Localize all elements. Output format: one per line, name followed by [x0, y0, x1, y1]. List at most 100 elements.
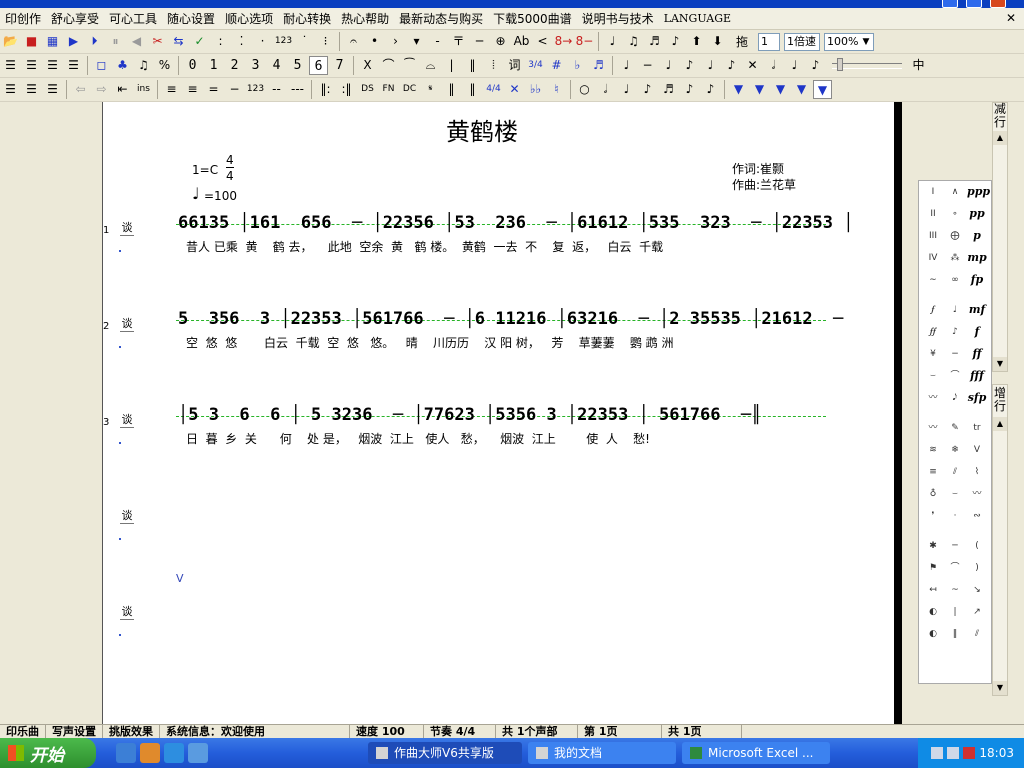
palette-roman-1[interactable]: I	[923, 183, 943, 201]
digit-6-button[interactable]: 6	[309, 56, 328, 75]
palette-circle-icon[interactable]: ∘	[945, 205, 965, 223]
voice-3-dropdown-icon[interactable]: ▼	[771, 80, 790, 99]
maximize-icon[interactable]	[966, 0, 982, 8]
dot-upper-icon[interactable]: ˙	[295, 32, 314, 51]
caret-icon[interactable]: ▾	[407, 32, 426, 51]
slur-icon[interactable]: ⁀	[400, 56, 419, 75]
menu-create[interactable]: 印创作	[0, 10, 46, 27]
ds-button[interactable]: DS	[358, 80, 377, 99]
row-voice-icon[interactable]: 谈	[120, 604, 134, 620]
palette-hatch-icon[interactable]: ⫽	[945, 463, 965, 481]
half-note-icon[interactable]: 𝅗𝅥	[596, 80, 615, 99]
double-flat-button[interactable]: ♭♭	[526, 80, 545, 99]
record-icon[interactable]: ■	[22, 32, 41, 51]
dot-below-icon[interactable]: ⁚	[232, 32, 251, 51]
palette-turn-icon[interactable]: ⌣	[923, 367, 943, 385]
note-beam-icon[interactable]: ♫	[134, 56, 153, 75]
sharp-button[interactable]: #	[547, 56, 566, 75]
indent-icon[interactable]: ⇤	[113, 80, 132, 99]
format-1-icon[interactable]: ☰	[1, 80, 20, 99]
format-2-icon[interactable]: ☰	[22, 80, 41, 99]
note-c-icon[interactable]: ♩	[701, 56, 720, 75]
palette-sfp[interactable]: sfp	[967, 389, 987, 407]
menu-language[interactable]: LANGUAGE	[659, 12, 736, 25]
status-audio-settings[interactable]: 写声设置	[46, 725, 103, 738]
eighth-note-icon[interactable]: ♪	[666, 32, 685, 51]
sixtyfourth-note-icon[interactable]: ♪	[701, 80, 720, 99]
palette-double-bar-icon[interactable]: ‖	[945, 625, 965, 643]
digit-4-button[interactable]: 4	[267, 56, 286, 75]
digit-0-button[interactable]: 0	[183, 56, 202, 75]
digit-7-button[interactable]: 7	[330, 56, 349, 75]
digit-1-button[interactable]: 1	[204, 56, 223, 75]
lyrics-row-1[interactable]: 昔人 已乘 黄 鹤 去， 此地 空余 黄 鹤 楼。 黄鹤 一去 不 复 返， 白…	[186, 238, 663, 255]
lyrics-row-3[interactable]: 日 暮 乡 关 何 处 是， 烟波 江上 使人 愁， 烟波 江上 使 人 愁!	[186, 430, 650, 447]
palette-roman-4[interactable]: IV	[923, 249, 943, 267]
palette-arc-icon[interactable]: ⌒	[945, 367, 965, 385]
bar-final-icon[interactable]: ‖	[463, 80, 482, 99]
menu-manual[interactable]: 说明书与技术	[577, 10, 659, 27]
barline-icon[interactable]: |	[442, 56, 461, 75]
palette-bell-icon[interactable]: ♁	[923, 485, 943, 503]
browser-icon[interactable]	[164, 743, 184, 763]
palette-wavy-icon[interactable]: 〰	[967, 485, 987, 503]
menu-tools[interactable]: 可心工具	[104, 10, 162, 27]
delete-note-button[interactable]: X	[358, 56, 377, 75]
palette-dot-icon[interactable]: ·	[945, 507, 965, 525]
dc-button[interactable]: DC	[400, 80, 419, 99]
repeat-start-icon[interactable]: ‖:	[316, 80, 335, 99]
scroll-up-icon[interactable]: ▲	[993, 417, 1007, 431]
scroll-down-icon[interactable]: ▼	[993, 681, 1007, 695]
palette-wave-icon[interactable]: 〰	[923, 389, 943, 407]
palette-note-flag-icon[interactable]: ♪	[945, 323, 965, 341]
natural-icon[interactable]: ♮	[547, 80, 566, 99]
double-barline-icon[interactable]: ‖	[463, 56, 482, 75]
palette-v-icon[interactable]: V	[967, 441, 987, 459]
numbers-button[interactable]: 123	[274, 32, 293, 51]
add-row-scrollbar[interactable]: 增行 ▲ ▼	[992, 384, 1008, 696]
document-close-icon[interactable]: ✕	[1004, 11, 1018, 25]
breath-icon[interactable]: ⌓	[421, 56, 440, 75]
digit-2-button[interactable]: 2	[225, 56, 244, 75]
fn-button[interactable]: FN	[379, 80, 398, 99]
dash-icon[interactable]: -	[428, 32, 447, 51]
remove-row-scrollbar[interactable]: 减行 ▲ ▼	[992, 102, 1008, 372]
palette-upbow-icon[interactable]: ∧	[945, 183, 965, 201]
scroll-down-icon[interactable]: ▼	[993, 357, 1007, 371]
media-player-icon[interactable]	[140, 743, 160, 763]
arrow-right-icon[interactable]: ⇨	[92, 80, 111, 99]
palette-slur-icon[interactable]: ⌒	[945, 559, 965, 577]
note-up-icon[interactable]: ♩	[603, 32, 622, 51]
palette-pp[interactable]: pp	[967, 205, 987, 223]
add-row-label[interactable]: 增行	[993, 387, 1007, 413]
show-desktop-icon[interactable]	[116, 743, 136, 763]
palette-accent-icon[interactable]: ≋	[923, 441, 943, 459]
numbering-button[interactable]: 123	[246, 80, 265, 99]
menu-help[interactable]: 热心帮助	[336, 10, 394, 27]
eighth-note-b-icon[interactable]: ♪	[638, 80, 657, 99]
status-layout[interactable]: 挑版效果	[103, 725, 160, 738]
slider-thumb[interactable]	[837, 57, 843, 71]
voice-5-dropdown-icon[interactable]: ▼	[813, 80, 832, 99]
palette-bar-icon[interactable]: |	[945, 603, 965, 621]
colon-upper-icon[interactable]: ⁝	[316, 32, 335, 51]
zoom-select[interactable]: 100% ▼	[824, 32, 875, 51]
lyrics-button[interactable]: 词	[505, 56, 524, 75]
rest-icon[interactable]: −	[638, 56, 657, 75]
arrow-up-icon[interactable]: ⬆	[687, 32, 706, 51]
palette-clef-icon[interactable]: ◐	[923, 603, 943, 621]
cut-icon[interactable]: ✂	[148, 32, 167, 51]
double-line-icon[interactable]: 〒	[449, 32, 468, 51]
fermata-icon[interactable]: 𝄐	[344, 32, 363, 51]
frame-icon[interactable]: ◻	[92, 56, 111, 75]
note-f-icon[interactable]: ♩	[785, 56, 804, 75]
octave-down-button[interactable]: 8−	[575, 32, 594, 51]
palette-tilde-icon[interactable]: ~	[945, 581, 965, 599]
quicklaunch-icon[interactable]	[188, 743, 208, 763]
minimize-icon[interactable]	[942, 0, 958, 8]
start-button[interactable]: 开始	[0, 738, 96, 768]
row-voice-icon[interactable]: 谈	[120, 316, 134, 332]
palette-zigzag-icon[interactable]: ⌇	[967, 463, 987, 481]
palette-grace-icon[interactable]: ❜	[923, 507, 943, 525]
chevron-down-icon[interactable]: ▼	[862, 34, 869, 50]
